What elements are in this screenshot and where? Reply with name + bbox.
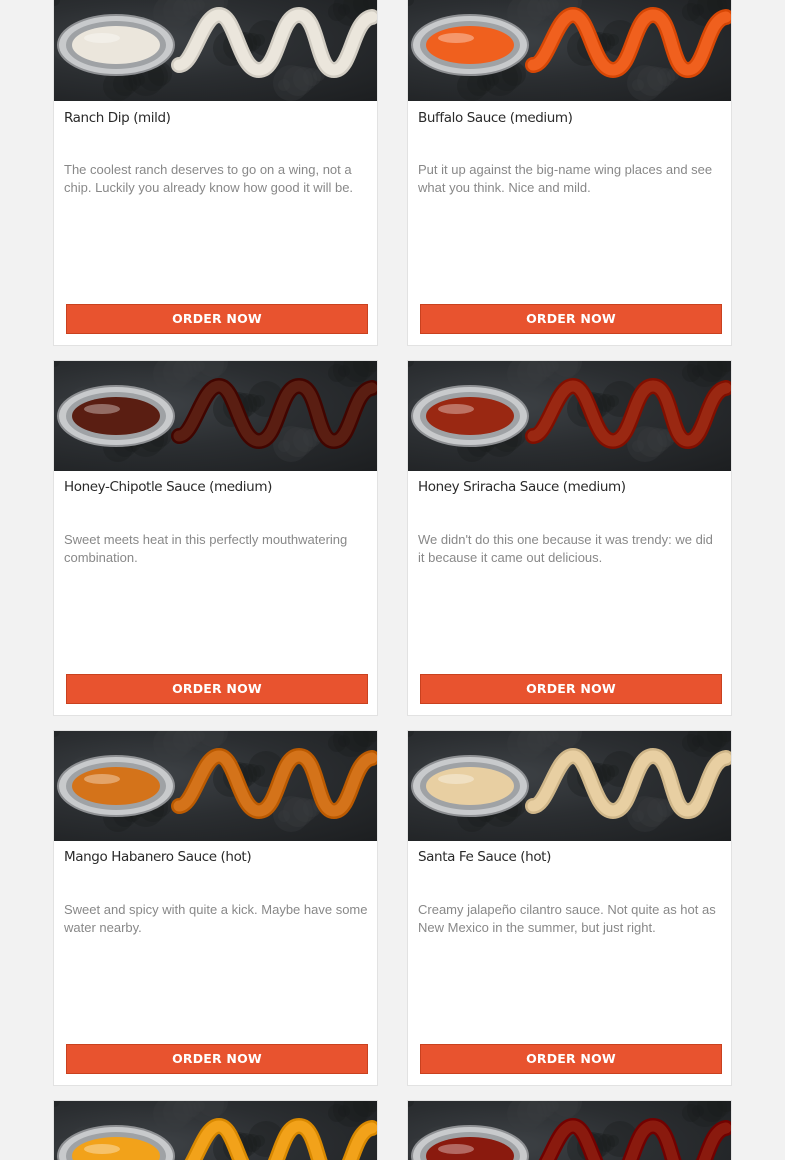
red-sauce-image	[408, 1101, 731, 1160]
sauce-title: Ranch Dip (mild)	[64, 110, 171, 126]
bowl-sauce	[72, 26, 160, 64]
surface-texture	[54, 731, 60, 737]
surface-texture	[328, 364, 346, 382]
ranch-dip-image	[54, 0, 377, 101]
mango-habanero-sauce-image	[54, 731, 377, 841]
sauce-description: Put it up against the big-name wing plac…	[418, 162, 713, 195]
surface-texture	[682, 734, 700, 752]
bowl-gloss	[84, 404, 120, 414]
sauce-card	[53, 1100, 378, 1160]
sauce-title: Mango Habanero Sauce (hot)	[64, 849, 252, 865]
bowl-gloss	[438, 404, 474, 414]
order-now-button[interactable]: ORDER NOW	[420, 304, 722, 334]
sauce-illustration	[408, 731, 731, 832]
sauce-grid: Ranch Dip (mild) The coolest ranch deser…	[0, 0, 785, 1160]
bowl-sauce	[426, 26, 514, 64]
bowl-gloss	[84, 33, 120, 43]
bowl-sauce	[426, 397, 514, 435]
surface-texture	[153, 1101, 189, 1132]
bowl-sauce	[426, 767, 514, 805]
honey-sriracha-sauce-image	[408, 361, 731, 471]
bowl-sauce	[72, 767, 160, 805]
surface-texture	[278, 440, 290, 452]
surface-texture	[507, 361, 543, 392]
sauce-illustration	[54, 0, 377, 101]
surface-texture	[153, 361, 189, 392]
sauce-title: Honey Sriracha Sauce (medium)	[418, 479, 626, 495]
surface-texture	[54, 361, 60, 367]
surface-texture	[632, 79, 644, 91]
surface-texture	[153, 731, 189, 762]
surface-texture	[682, 364, 700, 382]
honey-chipotle-sauce-image	[54, 361, 377, 471]
surface-texture	[507, 731, 543, 762]
surface-texture	[328, 734, 346, 752]
surface-texture	[408, 0, 414, 6]
surface-texture	[328, 3, 346, 21]
order-now-button[interactable]: ORDER NOW	[66, 674, 368, 704]
surface-texture	[408, 361, 414, 367]
bowl-gloss	[84, 774, 120, 784]
sauce-card: Mango Habanero Sauce (hot) Sweet and spi…	[53, 730, 378, 1086]
surface-texture	[682, 1104, 700, 1122]
sauce-illustration	[54, 1101, 377, 1160]
surface-texture	[278, 79, 290, 91]
sauce-description: Creamy jalapeño cilantro sauce. Not quit…	[418, 902, 716, 935]
surface-texture	[328, 1104, 346, 1122]
sauce-title: Buffalo Sauce (medium)	[418, 110, 573, 126]
sauce-card: Ranch Dip (mild) The coolest ranch deser…	[53, 0, 378, 346]
surface-texture	[632, 810, 644, 822]
bowl-gloss	[438, 1144, 474, 1154]
bowl-sauce	[72, 397, 160, 435]
surface-texture	[632, 440, 644, 452]
order-now-button[interactable]: ORDER NOW	[420, 1044, 722, 1074]
surface-texture	[54, 0, 60, 6]
order-now-button[interactable]: ORDER NOW	[66, 1044, 368, 1074]
order-now-button[interactable]: ORDER NOW	[66, 304, 368, 334]
surface-texture	[682, 3, 700, 21]
surface-texture	[278, 810, 290, 822]
sauce-illustration	[54, 361, 377, 462]
bowl-gloss	[438, 33, 474, 43]
bowl-gloss	[438, 774, 474, 784]
sauce-card: Honey-Chipotle Sauce (medium) Sweet meet…	[53, 360, 378, 716]
sauce-card: Honey Sriracha Sauce (medium) We didn't …	[407, 360, 732, 716]
sauce-title: Santa Fe Sauce (hot)	[418, 849, 551, 865]
sauce-illustration	[408, 1101, 731, 1160]
sauce-card: Santa Fe Sauce (hot) Creamy jalapeño cil…	[407, 730, 732, 1086]
surface-texture	[408, 1101, 414, 1107]
yellow-sauce-image	[54, 1101, 377, 1160]
buffalo-sauce-image	[408, 0, 731, 101]
sauce-illustration	[408, 361, 731, 462]
santa-fe-sauce-image	[408, 731, 731, 841]
sauce-illustration	[54, 731, 377, 832]
sauce-description: Sweet meets heat in this perfectly mouth…	[64, 532, 348, 565]
surface-texture	[408, 731, 414, 737]
sauce-description: Sweet and spicy with quite a kick. Maybe…	[64, 902, 368, 935]
sauce-description: We didn't do this one because it was tre…	[418, 532, 713, 565]
sauce-card	[407, 1100, 732, 1160]
sauce-title: Honey-Chipotle Sauce (medium)	[64, 479, 272, 495]
sauce-illustration	[408, 0, 731, 101]
sauce-description: The coolest ranch deserves to go on a wi…	[64, 162, 354, 195]
bowl-gloss	[84, 1144, 120, 1154]
surface-texture	[54, 1101, 60, 1107]
surface-texture	[507, 1101, 543, 1132]
order-now-button[interactable]: ORDER NOW	[420, 674, 722, 704]
sauce-card: Buffalo Sauce (medium) Put it up against…	[407, 0, 732, 346]
